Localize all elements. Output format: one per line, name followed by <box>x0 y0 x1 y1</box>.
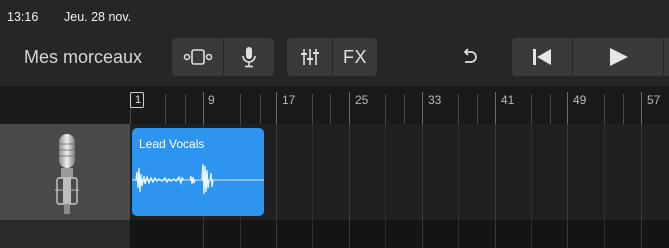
ruler-label: 17 <box>282 93 296 107</box>
status-bar: 13:16 Jeu. 28 nov. <box>0 0 669 30</box>
empty-track-lane <box>130 220 669 248</box>
waveform <box>132 163 264 195</box>
ruler-label: 49 <box>573 93 587 107</box>
browser-view-icon <box>183 49 212 65</box>
transport-group <box>512 38 669 76</box>
audio-region[interactable]: Lead Vocals <box>132 128 264 216</box>
ruler-label: 25 <box>355 93 369 107</box>
control-bar: Mes morceaux FX <box>0 30 669 86</box>
region-name: Lead Vocals <box>139 137 205 151</box>
play-button[interactable] <box>573 38 663 76</box>
view-controls-group <box>172 38 274 76</box>
track-header[interactable] <box>0 124 130 220</box>
separator <box>663 38 664 76</box>
playhead-label: 1 <box>135 94 142 106</box>
fx-button[interactable]: FX <box>333 38 377 76</box>
playhead[interactable]: 1 <box>130 92 144 108</box>
instrument-button[interactable] <box>224 38 274 76</box>
mixer-button[interactable] <box>287 38 332 76</box>
mixer-icon <box>300 49 319 65</box>
play-icon <box>610 48 628 66</box>
timeline-ruler[interactable]: 9 17 25 33 41 49 57 <box>0 86 669 124</box>
undo-button[interactable] <box>448 38 492 76</box>
rewind-button[interactable] <box>512 38 572 76</box>
undo-icon <box>463 48 477 63</box>
my-songs-button[interactable]: Mes morceaux <box>24 47 142 68</box>
ruler-label: 9 <box>208 93 215 107</box>
status-time: 13:16 <box>7 10 39 24</box>
microphone-icon <box>242 47 256 68</box>
ruler-label: 33 <box>428 93 442 107</box>
empty-track-header <box>0 220 130 248</box>
rewind-to-start-icon <box>533 49 551 65</box>
browser-view-button[interactable] <box>172 38 223 76</box>
microphone-icon <box>55 134 79 214</box>
status-date: Jeu. 28 nov. <box>64 10 132 24</box>
mix-controls-group: FX <box>287 38 377 76</box>
ruler-label: 41 <box>501 93 515 107</box>
ruler-label: 57 <box>647 93 661 107</box>
